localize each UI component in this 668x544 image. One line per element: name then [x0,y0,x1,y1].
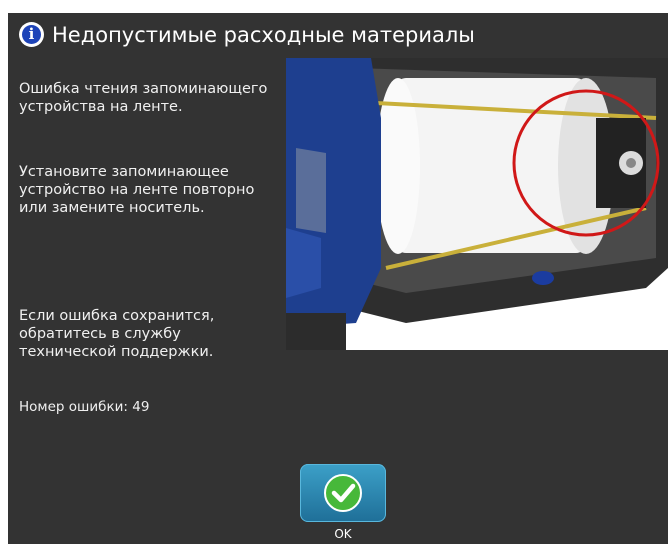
ok-button[interactable] [300,464,386,522]
checkmark-icon [324,474,362,512]
dialog-header: i Недопустимые расходные материалы [8,13,668,58]
error-message: Ошибка чтения запоминающего устройства н… [19,81,268,115]
error-dialog: i Недопустимые расходные материалы Ошибк… [8,13,668,544]
support-message: Если ошибка сохранится, обратитесь в слу… [19,308,215,360]
info-icon: i [19,22,44,47]
dialog-title: Недопустимые расходные материалы [52,23,475,47]
printer-illustration [286,58,668,350]
instruction-message: Установите запоминающее устройство на ле… [19,164,255,216]
ok-label: OK [334,527,352,541]
error-number: Номер ошибки: 49 [19,399,150,415]
